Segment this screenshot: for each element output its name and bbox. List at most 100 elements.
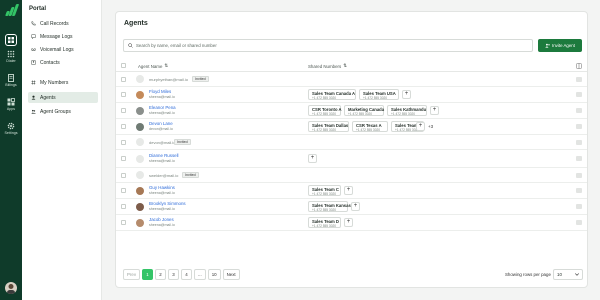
row-checkbox[interactable] [121,220,126,225]
add-number-button[interactable]: + [416,122,425,131]
shared-number-chip[interactable]: Sales Team USA +1 472 555 3020 [359,89,399,100]
column-agent-name[interactable]: Agent Name ⇅ [138,63,168,69]
shared-number-chip[interactable]: Sales Team Dallas +1 472 555 3020 [308,121,349,132]
row-checkbox[interactable] [121,188,126,193]
nav-label: Agent Groups [40,108,71,115]
select-all-checkbox[interactable] [121,63,126,68]
agent-email: sheena@mail.io [149,191,175,195]
row-checkbox[interactable] [121,204,126,209]
add-number-button[interactable]: + [351,202,360,211]
agent-email: sheena@mail.io [149,223,175,227]
sort-icon: ⇅ [343,63,347,68]
nav-item-agents[interactable]: Agents [28,92,98,103]
page-button-2[interactable]: 2 [155,269,167,280]
agent-name[interactable]: Floyd Miles [149,89,171,94]
row-action[interactable] [576,173,582,178]
row-checkbox[interactable] [121,140,126,145]
columns-settings-icon[interactable] [576,63,582,69]
agents-card: Agents Invite Agent Agent Name⇅ Shared N… [115,11,588,288]
dialpad-icon [7,50,15,58]
shared-number-chip[interactable]: CSR Texas A +1 472 555 3020 [352,121,388,132]
row-action[interactable] [576,124,582,129]
nav-item-agent-groups[interactable]: Agent Groups [28,106,98,117]
agent-name[interactable]: Eleanor Pena [149,105,176,110]
rail-item-portal[interactable] [0,28,22,50]
brand-logo-icon[interactable] [5,4,20,16]
table-row[interactable]: Brooklyn Simmons sheena@mail.io Sales Te… [116,199,587,215]
nav-item-voicemail-logs[interactable]: Voicemail Logs [28,44,98,55]
table-row[interactable]: Devon Lane devon@mail.io Sales Team Dall… [116,119,587,135]
prev-page-button[interactable]: Prev [123,269,141,280]
shared-number-chip[interactable]: Sales Team Kansas +1 472 555 3020 [308,201,351,212]
nav-item-call-records[interactable]: Call Records [28,18,98,29]
row-action[interactable] [576,108,582,113]
page-button-3[interactable]: 3 [168,269,180,280]
user-plus-icon [545,43,550,48]
rail-item-dialer[interactable]: Dialer [0,48,22,70]
shared-number-chip[interactable]: Sales Team D +1 472 555 3020 [308,217,341,228]
add-number-button[interactable]: + [308,154,317,163]
add-number-button[interactable]: + [430,106,439,115]
invite-agent-button[interactable]: Invite Agent [538,39,582,52]
add-number-button[interactable]: + [344,186,353,195]
row-action[interactable] [576,140,582,145]
nav-item-message-logs[interactable]: Message Logs [28,31,98,42]
more-numbers-count[interactable]: +3 [428,124,433,129]
shared-number-chip[interactable]: CSR Toronto A +1 472 555 3020 [308,105,342,116]
contacts-icon [31,60,36,65]
search-input[interactable] [136,43,516,48]
agent-email: sheena@mail.io [149,111,175,115]
row-action[interactable] [576,204,582,209]
avatar [136,91,144,99]
row-action[interactable] [576,156,582,161]
row-checkbox[interactable] [121,92,126,97]
rail-item-billings[interactable]: Billings [0,72,22,94]
table-row[interactable]: devon@mail.io Invited [116,135,587,150]
nav-item-my-numbers[interactable]: My Numbers [28,77,98,88]
rail-label-billings: Billings [5,83,17,87]
user-icon [31,95,36,100]
row-action[interactable] [576,188,582,193]
phone-icon [31,21,36,26]
agent-name[interactable]: Jacob Jones [149,217,174,222]
table-row[interactable]: swelder@mail.io Invited [116,168,587,183]
table-row[interactable]: Dianne Russell sheena@mail.io + [116,150,587,168]
row-action[interactable] [576,92,582,97]
shared-number-chip[interactable]: Marketing Canada +1 472 555 3020 [344,105,384,116]
agent-name[interactable]: Devon Lane [149,121,173,126]
shared-number-chip[interactable]: Sales Kathmandu +1 472 555 3020 [387,105,427,116]
table-row[interactable]: Eleanor Pena sheena@mail.io CSR Toronto … [116,103,587,119]
row-checkbox[interactable] [121,108,126,113]
table-row[interactable]: Floyd Miles sheena@mail.io Sales Team Ca… [116,87,587,103]
row-action[interactable] [576,220,582,225]
table-row[interactable]: Jacob Jones sheena@mail.io Sales Team D +… [116,215,587,231]
next-page-button[interactable]: Next [222,269,240,280]
rail-item-apps[interactable]: Apps [0,96,22,118]
page-button-10[interactable]: 10 [207,269,221,280]
row-action[interactable] [576,77,582,82]
page-button-4[interactable]: 4 [181,269,193,280]
nav-label: Call Records [40,20,69,27]
page-button-1[interactable]: 1 [142,269,154,280]
column-shared-numbers[interactable]: Shared Numbers ⇅ [308,63,347,69]
add-number-button[interactable]: + [402,90,411,99]
agent-name[interactable]: Dianne Russell [149,153,179,158]
nav-item-contacts[interactable]: Contacts [28,57,98,68]
shared-number-chip[interactable]: Sales Team Canada A +1 472 555 3020 [308,89,356,100]
row-checkbox[interactable] [121,173,126,178]
row-checkbox[interactable] [121,124,126,129]
avatar [136,123,144,131]
agent-name[interactable]: Brooklyn Simmons [149,201,186,206]
shared-number-chip[interactable]: Sales Team C +1 472 555 3020 [308,185,341,196]
agent-name[interactable]: Guy Hawkins [149,185,175,190]
rows-per-page-select[interactable]: 10 [553,269,583,280]
row-checkbox[interactable] [121,156,126,161]
table-row[interactable]: murphyethan@mail.io Invited [116,72,587,87]
table-row[interactable]: Guy Hawkins sheena@mail.io Sales Team C +… [116,183,587,199]
add-number-button[interactable]: + [344,218,353,227]
rail-item-settings[interactable]: Settings [0,120,22,142]
row-checkbox[interactable] [121,77,126,82]
user-avatar[interactable] [5,282,17,294]
search-box[interactable] [123,39,533,52]
nav-label: Message Logs [40,33,73,40]
